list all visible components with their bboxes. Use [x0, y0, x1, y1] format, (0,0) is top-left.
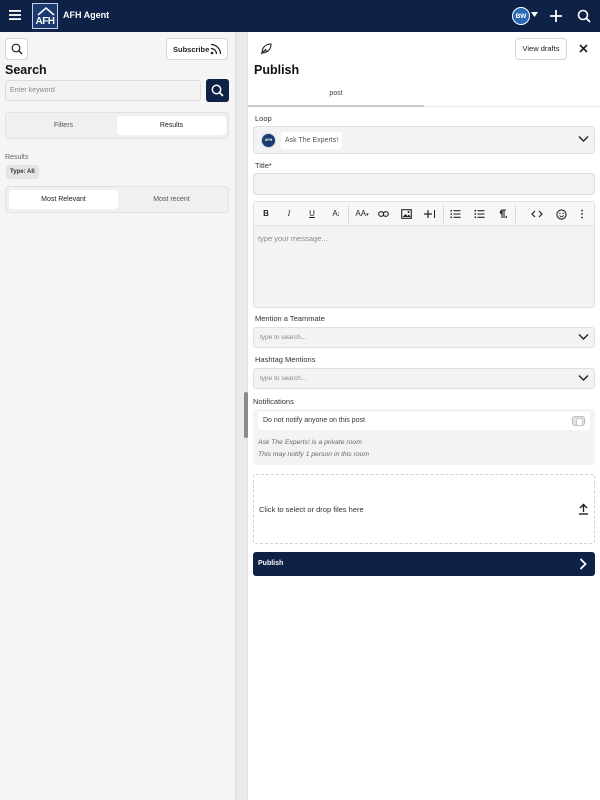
search-title: Search: [5, 63, 47, 77]
mention-teammate-select[interactable]: type to search...: [253, 327, 595, 348]
sort-most-recent[interactable]: Most recent: [117, 190, 226, 209]
chevron-down-icon: [578, 136, 589, 142]
chevron-down-icon: [578, 375, 589, 381]
notify-count-note: This may notify 1 person in this room: [258, 451, 370, 458]
tab-divider: [424, 106, 600, 107]
code-icon: [531, 210, 543, 218]
filters-results-toggle: Filters Results: [5, 112, 229, 139]
toolbar-separator: [515, 205, 516, 223]
mention-label: Mention a Teammate: [255, 314, 325, 323]
sort-most-relevant[interactable]: Most Relevant: [9, 190, 118, 209]
ordered-list-button[interactable]: [448, 206, 462, 222]
top-navigation-bar: AFH AFH Agent BW: [0, 0, 600, 32]
hashtag-placeholder: type to search...: [260, 375, 307, 382]
chevron-down-icon: [578, 334, 589, 340]
publish-panel: View drafts Publish post Loop AFH Ask Th…: [248, 32, 600, 800]
font-size-label: AA: [355, 209, 367, 218]
view-drafts-button[interactable]: View drafts: [515, 38, 567, 60]
close-icon[interactable]: [579, 44, 588, 53]
notifications-box: Do not notify anyone on this post Ask Th…: [253, 409, 595, 465]
link-button[interactable]: [376, 206, 390, 222]
title-label: Title*: [255, 161, 272, 170]
rss-icon: [210, 43, 222, 55]
editor-toolbar: B I U A⁝ AA▾: [254, 202, 594, 226]
italic-button[interactable]: I: [282, 206, 296, 222]
bullet-list-icon: [473, 209, 484, 219]
search-panel: Subscribe Search Filters Results Results…: [0, 32, 235, 800]
private-room-note: Ask The Experts! is a private room: [258, 439, 362, 446]
upload-icon: [579, 503, 588, 515]
ordered-list-icon: [450, 210, 460, 219]
emoji-icon: [555, 209, 567, 220]
loop-label: Loop: [255, 114, 272, 123]
text-size-indicator: ⁝: [337, 212, 340, 218]
app-title: AFH Agent: [63, 10, 110, 20]
underline-button[interactable]: U: [305, 206, 319, 222]
link-icon: [377, 211, 389, 217]
loop-avatar: AFH: [261, 133, 276, 148]
caret-down-icon[interactable]: [531, 12, 538, 18]
more-options-button[interactable]: [576, 206, 588, 222]
app-logo[interactable]: AFH: [32, 3, 58, 29]
font-size-dropdown[interactable]: AA▾: [353, 206, 371, 222]
chevron-right-icon: [579, 558, 587, 570]
search-submit-button[interactable]: [206, 79, 229, 102]
paragraph-button[interactable]: [495, 206, 509, 222]
subscribe-button[interactable]: Subscribe: [166, 38, 228, 60]
do-not-notify-toggle[interactable]: [572, 416, 585, 426]
message-textarea[interactable]: [254, 227, 594, 307]
image-icon: [400, 209, 412, 219]
bullet-list-button[interactable]: [472, 206, 486, 222]
feather-icon: [260, 43, 272, 55]
font-size-caret: ▾: [366, 212, 369, 218]
message-editor: B I U A⁝ AA▾: [253, 201, 595, 308]
toolbar-separator: [348, 205, 349, 223]
tab-post[interactable]: post: [248, 90, 424, 106]
bold-button[interactable]: B: [259, 206, 273, 222]
loop-select[interactable]: AFH Ask The Experts!: [253, 126, 595, 154]
paragraph-icon: [499, 209, 507, 219]
loop-selected-value: Ask The Experts!: [281, 132, 343, 149]
publish-button[interactable]: Publish: [253, 552, 595, 576]
notifications-label: Notifications: [253, 397, 294, 406]
dropzone-label: Click to select or drop files here: [259, 505, 364, 514]
tab-post-underline: [248, 105, 424, 107]
type-filter-chip[interactable]: Type: All: [6, 165, 39, 179]
search-toggle-button[interactable]: [5, 38, 28, 60]
hamburger-menu-icon[interactable]: [8, 8, 24, 24]
logo-text: AFH: [35, 16, 55, 27]
toolbar-separator: [443, 205, 444, 223]
tab-results[interactable]: Results: [117, 116, 226, 135]
do-not-notify-label: Do not notify anyone on this post: [263, 417, 365, 424]
subscribe-label: Subscribe: [173, 45, 210, 54]
hashtag-mentions-select[interactable]: type to search...: [253, 368, 595, 389]
tab-filters[interactable]: Filters: [9, 116, 118, 135]
search-icon[interactable]: [577, 9, 591, 23]
image-button[interactable]: [399, 206, 413, 222]
text-size-button[interactable]: A⁝: [328, 206, 344, 222]
keyword-input[interactable]: [5, 80, 201, 101]
search-icon: [11, 43, 23, 55]
code-button[interactable]: [530, 206, 544, 222]
more-vertical-icon: [581, 209, 583, 219]
mention-placeholder: type to search...: [260, 334, 307, 341]
hashtag-label: Hashtag Mentions: [255, 355, 316, 364]
publish-button-label: Publish: [258, 560, 284, 567]
plus-icon: [424, 210, 435, 218]
do-not-notify-row: Do not notify anyone on this post: [258, 412, 590, 430]
publish-title: Publish: [254, 63, 300, 77]
emoji-button[interactable]: [554, 206, 568, 222]
sort-toggle: Most Relevant Most recent: [5, 186, 229, 213]
file-dropzone[interactable]: Click to select or drop files here: [253, 474, 595, 544]
insert-more-button[interactable]: [422, 206, 438, 222]
search-icon: [211, 84, 224, 97]
plus-icon[interactable]: [549, 9, 563, 23]
title-input[interactable]: [253, 173, 595, 195]
user-avatar[interactable]: BW: [512, 7, 530, 25]
results-label: Results: [5, 154, 29, 161]
